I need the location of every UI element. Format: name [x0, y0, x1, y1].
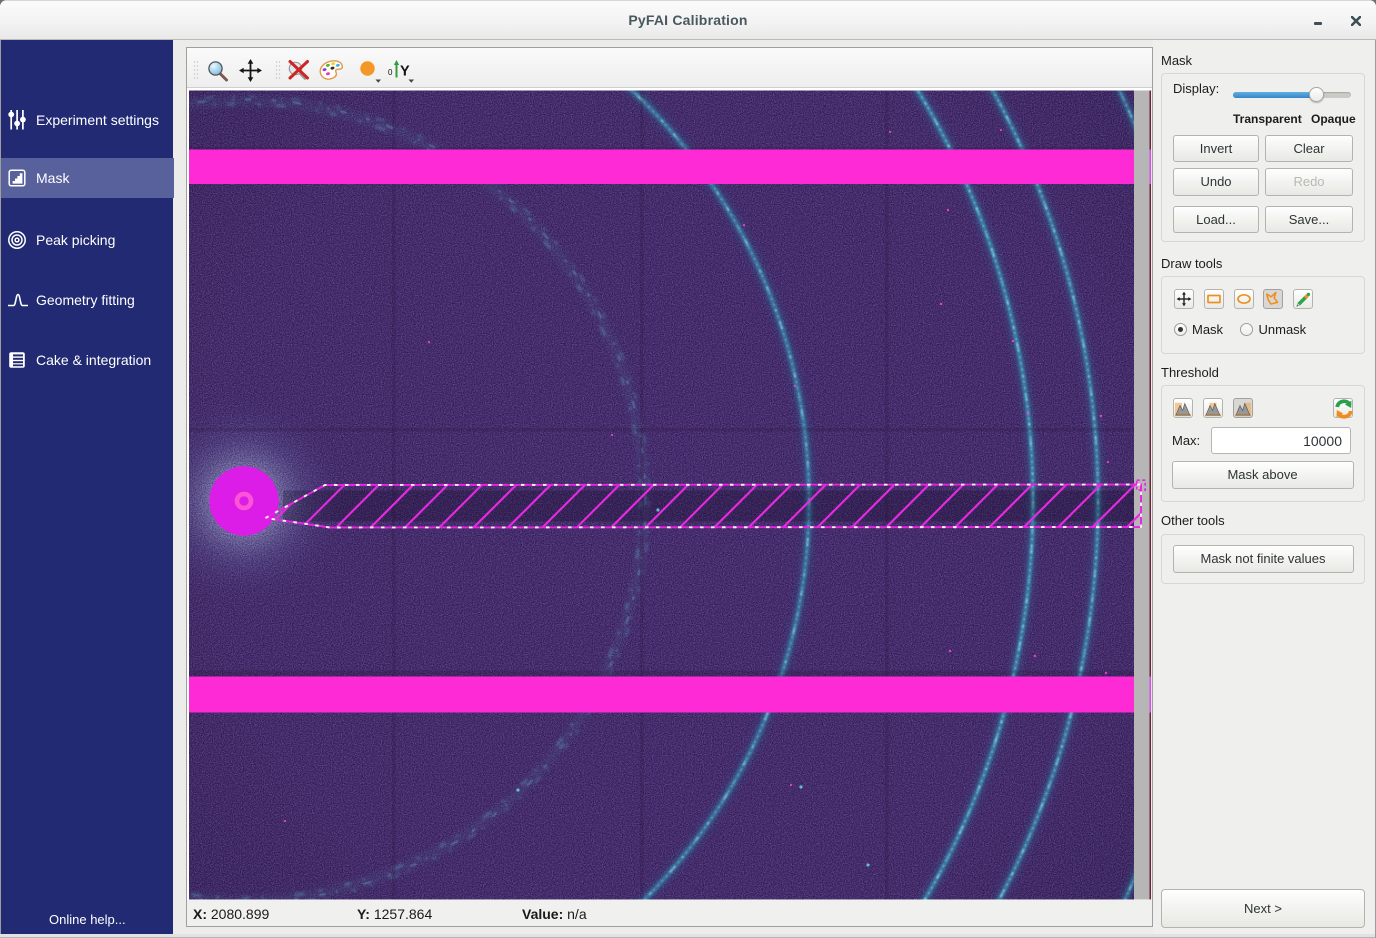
svg-text:0: 0 — [388, 68, 393, 77]
svg-text:Y: Y — [400, 64, 410, 80]
